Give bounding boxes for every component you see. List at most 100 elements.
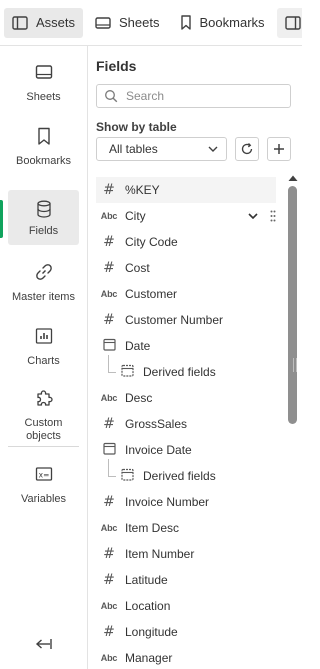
variable-icon: x=	[35, 467, 52, 481]
field-row[interactable]: # %KEY	[96, 177, 276, 203]
field-type-icon-wrap: #	[98, 312, 120, 328]
refresh-button[interactable]	[235, 137, 259, 161]
rail-item-label: Charts	[27, 355, 60, 367]
tree-connector	[108, 355, 116, 373]
search-field[interactable]: Search	[96, 84, 291, 108]
chevron-down-icon[interactable]	[248, 213, 258, 219]
table-select[interactable]: All tables	[96, 137, 227, 161]
bar-chart-icon	[35, 328, 52, 344]
text-type-icon: Abc	[100, 523, 118, 533]
field-name: City Code	[125, 235, 178, 249]
field-row[interactable]: # Longitude	[96, 619, 276, 645]
rail-item-custom-objects[interactable]: Custom objects	[8, 388, 79, 443]
field-row[interactable]: Abc Customer	[96, 281, 276, 307]
field-row[interactable]: Abc Location	[96, 593, 276, 619]
text-type-icon: Abc	[100, 211, 118, 221]
text-type-icon: Abc	[100, 653, 118, 663]
plus-icon	[274, 144, 284, 154]
number-type-icon: #	[103, 234, 115, 250]
tab-properties[interactable]: Pr	[276, 7, 302, 38]
fields-panel: Fields Search Show by table All tables #…	[88, 46, 302, 669]
field-row[interactable]: # Customer Number	[96, 307, 276, 333]
field-name: GrossSales	[125, 417, 188, 431]
field-row[interactable]: Abc Manager	[96, 645, 276, 669]
refresh-icon	[241, 143, 253, 155]
field-row[interactable]: # Latitude	[96, 567, 276, 593]
drag-handle-icon[interactable]	[270, 210, 276, 222]
field-list: # %KEY Abc City # City Code # Cost Abc Customer # C…	[96, 177, 276, 669]
text-type-icon: Abc	[100, 393, 118, 403]
number-type-icon: #	[103, 494, 115, 510]
tab-assets-label: Assets	[36, 15, 76, 30]
derived-fields-row[interactable]: Derived fields	[96, 355, 276, 385]
derived-fields-row[interactable]: Derived fields	[96, 459, 276, 489]
table-select-value: All tables	[109, 142, 158, 156]
field-row[interactable]: # Item Number	[96, 541, 276, 567]
database-icon	[36, 200, 51, 218]
field-type-icon-wrap	[98, 442, 120, 458]
scrollbar-thumb[interactable]	[288, 186, 297, 424]
field-row[interactable]: # Invoice Number	[96, 489, 276, 515]
assets-rail: Sheets Bookmarks Fields Master items Cha…	[0, 46, 88, 669]
derived-calendar-icon	[120, 468, 134, 484]
field-name: City	[125, 209, 146, 223]
tab-bookmarks[interactable]: Bookmarks	[172, 8, 273, 38]
link-icon	[35, 264, 52, 280]
derived-calendar-icon	[120, 364, 134, 380]
field-name: Invoice Date	[125, 443, 192, 457]
field-type-icon-wrap	[116, 468, 138, 484]
rail-item-bookmarks[interactable]: Bookmarks	[8, 126, 79, 168]
field-type-icon-wrap	[116, 364, 138, 380]
panel-right-icon	[284, 15, 301, 30]
field-row[interactable]: Abc City	[96, 203, 276, 229]
scroll-up-icon[interactable]	[287, 173, 299, 183]
rail-item-charts[interactable]: Charts	[8, 326, 79, 368]
field-name: Customer	[125, 287, 178, 301]
add-button[interactable]	[267, 137, 291, 161]
calendar-icon	[102, 442, 116, 458]
search-input[interactable]: Search	[126, 89, 164, 103]
field-name: Item Desc	[125, 521, 180, 535]
rail-item-sheets[interactable]: Sheets	[8, 62, 79, 104]
field-type-icon-wrap: #	[98, 260, 120, 276]
text-type-icon: Abc	[100, 601, 118, 611]
rail-item-master-items[interactable]: Master items	[8, 262, 79, 304]
field-name: Derived fields	[143, 469, 216, 483]
field-row[interactable]: # Cost	[96, 255, 276, 281]
field-name: Date	[125, 339, 151, 353]
tab-sheets[interactable]: Sheets	[87, 8, 167, 38]
show-by-table-label: Show by table	[96, 120, 177, 134]
field-type-icon-wrap: #	[98, 182, 120, 198]
svg-text:x=: x=	[38, 471, 49, 480]
rail-item-fields[interactable]: Fields	[0, 190, 79, 245]
bookmark-icon	[37, 127, 50, 145]
tab-assets[interactable]: Assets	[4, 7, 84, 38]
field-type-icon-wrap: Abc	[98, 601, 120, 611]
field-row[interactable]: # GrossSales	[96, 411, 276, 437]
number-type-icon: #	[103, 572, 115, 588]
rail-item-label: Sheets	[26, 91, 61, 103]
puzzle-icon	[36, 390, 53, 406]
field-type-icon-wrap: Abc	[98, 289, 120, 299]
calendar-icon	[102, 338, 116, 354]
number-type-icon: #	[103, 312, 115, 328]
field-name: Invoice Number	[125, 495, 210, 509]
field-name: %KEY	[125, 183, 160, 197]
field-row[interactable]: Abc Desc	[96, 385, 276, 411]
field-name: Location	[125, 599, 171, 613]
field-type-icon-wrap: Abc	[98, 211, 120, 221]
panel-resize-handle[interactable]	[293, 358, 297, 372]
rail-divider	[8, 446, 79, 447]
field-row[interactable]: Invoice Date	[96, 437, 276, 463]
field-row[interactable]: Date	[96, 333, 276, 359]
collapse-left-icon[interactable]	[34, 636, 54, 652]
text-type-icon: Abc	[100, 289, 118, 299]
field-row[interactable]: Abc Item Desc	[96, 515, 276, 541]
rail-item-label: Fields	[28, 225, 59, 237]
rail-item-variables[interactable]: x= Variables	[8, 464, 79, 506]
field-name: Item Number	[125, 547, 195, 561]
search-icon	[105, 90, 118, 103]
field-name: Desc	[125, 391, 153, 405]
chevron-down-icon	[208, 146, 218, 152]
field-row[interactable]: # City Code	[96, 229, 276, 255]
